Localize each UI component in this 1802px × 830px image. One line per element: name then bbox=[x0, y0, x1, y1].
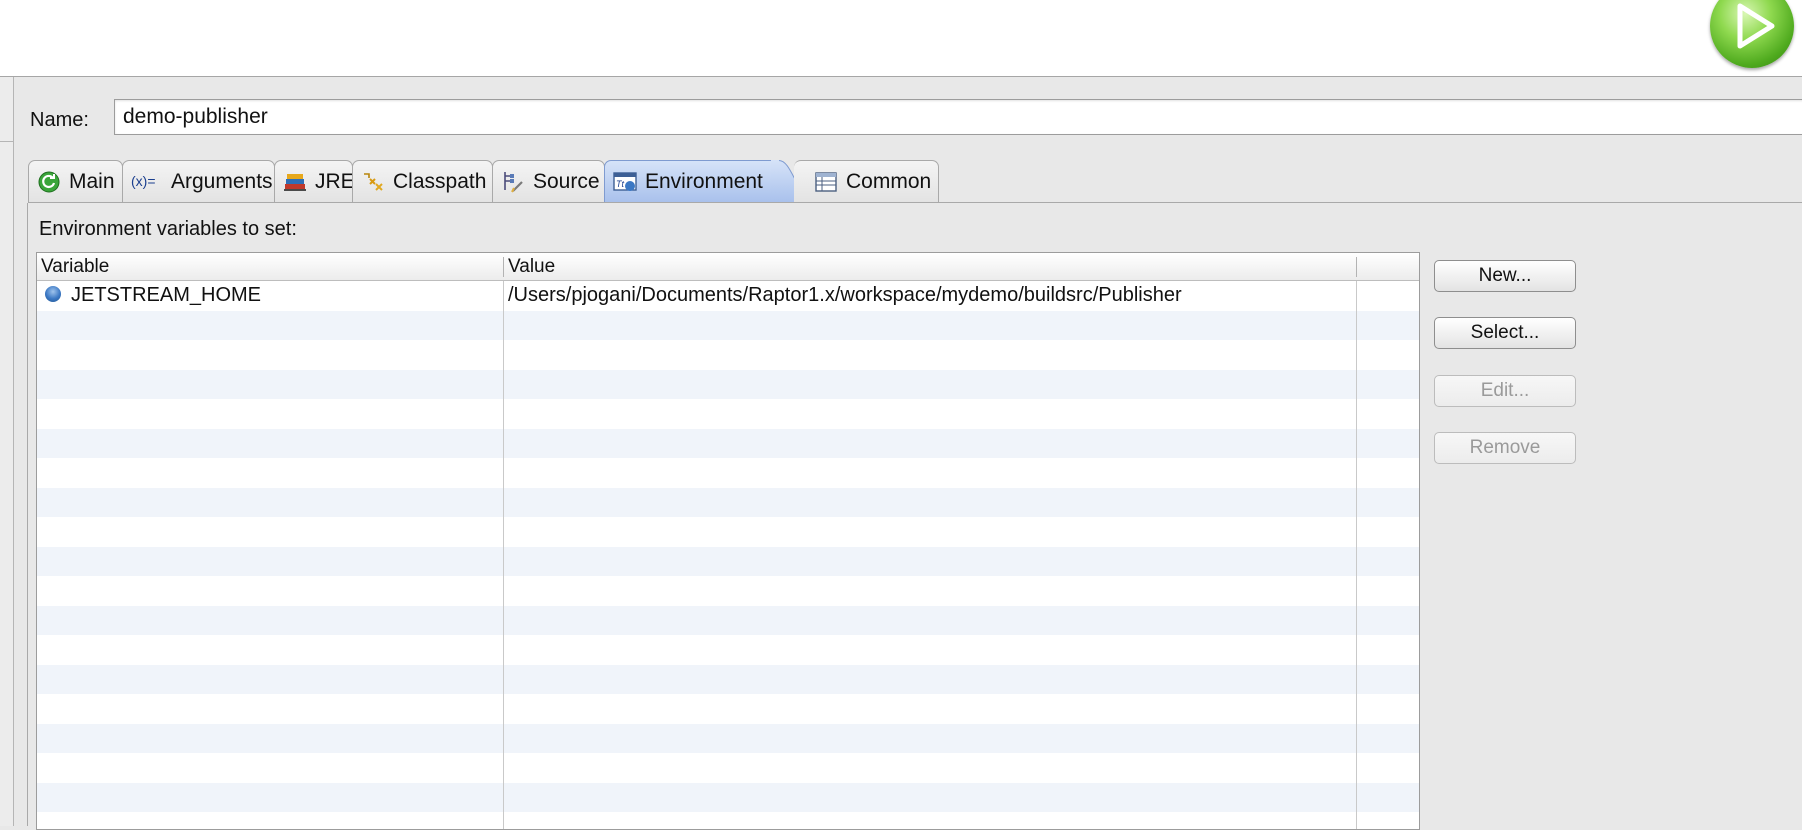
run-icon bbox=[1710, 0, 1794, 68]
tab-common[interactable]: Common bbox=[794, 160, 939, 202]
svg-text:(x)=: (x)= bbox=[131, 173, 156, 189]
tab-source[interactable]: Source bbox=[492, 160, 605, 202]
name-input[interactable] bbox=[114, 99, 1802, 135]
arguments-icon: (x)= bbox=[131, 170, 163, 194]
new-button[interactable]: New... bbox=[1434, 260, 1576, 292]
source-lookup-icon bbox=[501, 170, 525, 194]
table-body: JETSTREAM_HOME /Users/pjogani/Documents/… bbox=[37, 281, 1419, 829]
classpath-icon bbox=[361, 170, 385, 194]
tab-main[interactable]: Main bbox=[28, 160, 123, 202]
environment-heading: Environment variables to set: bbox=[39, 218, 297, 240]
jre-library-icon bbox=[283, 170, 307, 194]
tab-jre[interactable]: JRE bbox=[274, 160, 355, 202]
column-header-value[interactable]: Value bbox=[504, 253, 1356, 280]
tab-environment-label: Environment bbox=[645, 169, 763, 193]
environment-variables-table[interactable]: Variable Value JETSTREAM_HOME /Users/pjo… bbox=[36, 252, 1420, 830]
remove-button[interactable]: Remove bbox=[1434, 432, 1576, 464]
launch-configuration-panel: Name: Main (x)= Arguments bbox=[14, 77, 1802, 830]
tab-classpath-label: Classpath bbox=[393, 169, 487, 193]
variable-name: JETSTREAM_HOME bbox=[71, 284, 262, 306]
tab-source-label: Source bbox=[533, 169, 600, 193]
table-header: Variable Value bbox=[37, 253, 1419, 281]
tab-main-label: Main bbox=[69, 169, 115, 193]
launch-config-list-edge bbox=[0, 77, 14, 826]
dialog-banner bbox=[0, 0, 1802, 77]
common-table-icon bbox=[814, 170, 838, 194]
table-row[interactable]: JETSTREAM_HOME /Users/pjogani/Documents/… bbox=[37, 281, 1419, 310]
edit-button[interactable]: Edit... bbox=[1434, 375, 1576, 407]
tab-jre-label: JRE bbox=[315, 169, 355, 193]
tab-environment[interactable]: Tt Environment bbox=[604, 160, 772, 202]
cell-variable: JETSTREAM_HOME bbox=[45, 281, 261, 310]
environment-tab-content: Environment variables to set: Variable V… bbox=[27, 203, 1802, 830]
cell-value: /Users/pjogani/Documents/Raptor1.x/works… bbox=[508, 284, 1182, 306]
tab-common-label: Common bbox=[846, 169, 932, 193]
tab-arguments[interactable]: (x)= Arguments bbox=[122, 160, 275, 202]
name-label: Name: bbox=[30, 109, 89, 131]
column-header-variable[interactable]: Variable bbox=[37, 253, 503, 280]
tab-bar: Main (x)= Arguments JRE Classpath Source… bbox=[28, 150, 1802, 203]
environment-icon: Tt bbox=[613, 170, 637, 194]
tab-classpath[interactable]: Classpath bbox=[352, 160, 493, 202]
variable-bullet-icon bbox=[45, 285, 61, 302]
tab-arguments-label: Arguments bbox=[171, 169, 273, 193]
main-launch-icon bbox=[37, 170, 61, 194]
select-button[interactable]: Select... bbox=[1434, 317, 1576, 349]
svg-text:Tt: Tt bbox=[616, 179, 624, 189]
